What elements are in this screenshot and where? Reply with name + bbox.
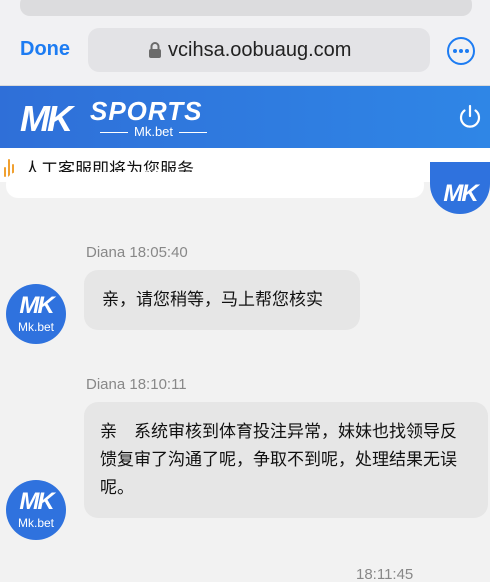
message-meta: Diana 18:10:11 [86, 376, 187, 393]
lock-icon [149, 42, 161, 58]
logo-mark: MK [20, 98, 73, 139]
sender-name: Diana [86, 376, 126, 393]
address-bar[interactable]: vcihsa.oobuaug.com [88, 28, 430, 72]
message-time: 18:10:11 [129, 376, 187, 393]
brand-header: MK SPORTS Mk.bet [0, 86, 490, 148]
browser-toolbar: Done vcihsa.oobuaug.com [0, 0, 490, 86]
sender-name: Diana [86, 244, 126, 261]
logo-subtitle: Mk.bet [94, 124, 213, 139]
message-text: 亲 系统审核到体育投注异常，妹妹也找领导反馈复审了沟通了呢，争取不到呢，处理结果… [100, 422, 457, 497]
more-icon[interactable] [446, 36, 476, 66]
previous-message-bubble [6, 172, 424, 198]
self-avatar: MK [430, 162, 490, 214]
previous-tab-edge [20, 0, 472, 16]
message-bubble: 亲 系统审核到体育投注异常，妹妹也找领导反馈复审了沟通了呢，争取不到呢，处理结果… [84, 402, 488, 518]
message-bubble: 亲，请您稍等，马上帮您核实 [84, 270, 360, 330]
url-text: vcihsa.oobuaug.com [168, 39, 352, 61]
power-icon[interactable] [458, 104, 482, 130]
message-meta: Diana 18:05:40 [86, 244, 188, 261]
message-time: 18:05:40 [129, 244, 188, 261]
self-message-time: 18:11:45 [356, 566, 414, 582]
logo-word: SPORTS [90, 96, 203, 126]
done-button[interactable]: Done [20, 38, 70, 61]
agent-avatar[interactable]: MK Mk.bet [6, 284, 66, 344]
message-text: 亲，请您稍等，马上帮您核实 [102, 290, 323, 309]
agent-avatar[interactable]: MK Mk.bet [6, 480, 66, 540]
chat-area[interactable]: MK Diana 18:05:40 MK Mk.bet 亲，请您稍等，马上帮您核… [0, 162, 490, 582]
